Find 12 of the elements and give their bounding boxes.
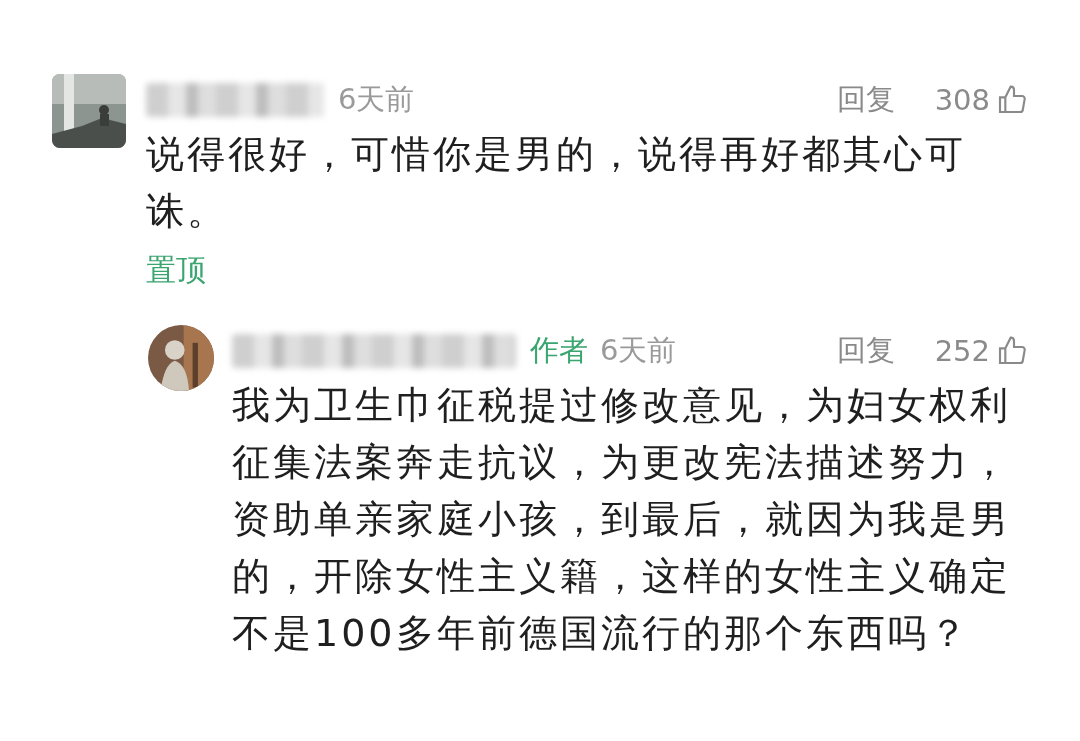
thumbs-up-icon[interactable] bbox=[996, 335, 1028, 367]
thumbs-up-icon[interactable] bbox=[996, 84, 1028, 116]
reply-button[interactable]: 回复 bbox=[836, 331, 895, 371]
comment-text: 我为卫生巾征税提过修改意见，为妇女权利征集法案奔走抗议，为更改宪法描述努力，资助单亲家庭小孩，到最后，就因为我是男的，开除女性主义籍，这样的女性主义确定不是100多年前德国流行的那个东西吗？ bbox=[232, 382, 1012, 657]
author-label: 作者 bbox=[530, 332, 588, 369]
like-count: 252 bbox=[934, 334, 990, 368]
comment-time: 6天前 bbox=[338, 81, 415, 118]
comment-text: 说得很好，可惜你是男的，说得再好都其心可诛。 bbox=[146, 131, 967, 235]
like-count: 308 bbox=[934, 83, 990, 117]
comment-time: 6天前 bbox=[600, 332, 677, 369]
reply-button[interactable]: 回复 bbox=[836, 80, 895, 120]
pinned-label: 置顶 bbox=[146, 251, 206, 289]
